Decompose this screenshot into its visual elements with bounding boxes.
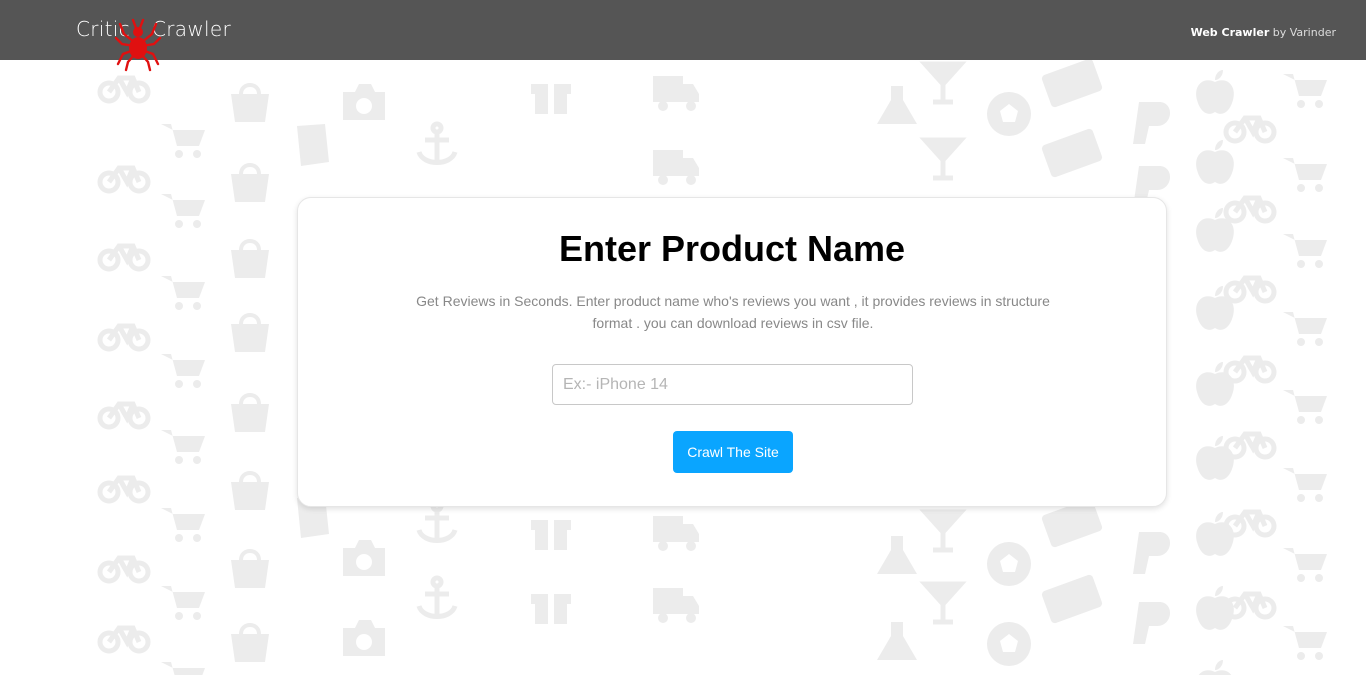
nav-credit-author: by Varinder [1269, 26, 1336, 39]
page-description: Get Reviews in Seconds. Enter product na… [416, 293, 1050, 331]
search-card: Enter Product Name Get Reviews in Second… [297, 197, 1167, 507]
product-name-input[interactable] [552, 364, 913, 405]
nav-credit: Web Crawler by Varinder [1191, 26, 1336, 39]
spider-icon [114, 18, 162, 72]
crawl-site-button[interactable]: Crawl The Site [673, 431, 793, 473]
page-title: Enter Product Name [558, 228, 906, 269]
nav-credit-title: Web Crawler [1190, 26, 1270, 39]
navbar: Critic Crawler Web Crawler by Varinder [0, 0, 1366, 60]
